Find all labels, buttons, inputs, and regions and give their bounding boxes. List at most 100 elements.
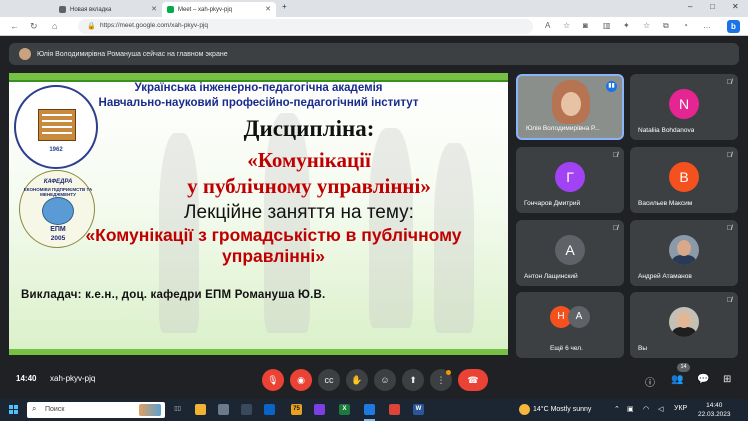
participant-tile[interactable]: 🎙̸ А Антон Лащинский — [516, 220, 624, 286]
new-tab-icon — [59, 6, 66, 13]
task-view-icon[interactable]: ▯▯ — [172, 404, 183, 415]
close-icon[interactable]: ✕ — [265, 5, 271, 13]
new-tab-button[interactable]: + — [282, 2, 287, 11]
viber-icon[interactable] — [314, 404, 325, 415]
menu-icon[interactable]: … — [703, 21, 711, 30]
weather-icon — [519, 404, 530, 415]
tab-meet[interactable]: Meet – xah-pkyv-pjq ✕ — [162, 2, 276, 17]
people-icon[interactable]: 👥 — [671, 374, 683, 385]
mic-off-icon: 🎙̸ — [612, 225, 618, 232]
search-highlight-image — [139, 404, 161, 416]
participant-name: Васильев Максим — [638, 200, 693, 207]
language-indicator[interactable]: УКР — [674, 405, 687, 412]
participant-count-badge: 14 — [677, 363, 690, 372]
home-icon[interactable]: ⌂ — [52, 21, 57, 31]
volume-icon[interactable]: ◁ — [658, 405, 663, 413]
excel-icon[interactable]: X — [339, 404, 350, 415]
presenter-video — [552, 80, 590, 124]
camera-icon[interactable]: ◙ — [583, 21, 588, 30]
network-icon[interactable]: ▣ — [627, 405, 634, 413]
activities-icon[interactable]: ⊞ — [723, 374, 731, 385]
split-screen-icon[interactable]: ▥ — [603, 21, 611, 30]
taskbar-date: 22.03.2023 — [698, 411, 731, 418]
logo-year: 1962 — [49, 147, 63, 153]
mic-toggle-button[interactable]: 🎙 — [262, 369, 284, 391]
globe-icon — [42, 197, 74, 225]
word-icon[interactable]: W — [413, 404, 424, 415]
taskbar-clock[interactable]: 14:40 22.03.2023 — [698, 401, 731, 419]
participant-tile-presenter[interactable]: ▮▮ Юлія Володимирівна Р... — [516, 74, 624, 140]
notification-badge[interactable]: 75 — [291, 404, 302, 415]
windows-start-icon[interactable] — [9, 405, 19, 415]
self-tile[interactable]: 🎙̸ Вы — [630, 292, 738, 358]
slide-topic-line1: «Комунікації з громадськістю в публічном… — [85, 225, 462, 245]
captions-button[interactable]: cc — [318, 369, 340, 391]
search-placeholder: Поиск — [45, 406, 65, 413]
file-explorer-icon[interactable] — [195, 404, 206, 415]
leave-call-button[interactable]: ☎ — [458, 369, 488, 391]
chrome-icon[interactable] — [389, 404, 400, 415]
presenter-notice-bar: Юлія Володимирівна Романуша сейчас на гл… — [9, 43, 739, 65]
participant-tile[interactable]: 🎙̸ N Nataliia Bohdanova — [630, 74, 738, 140]
tab-new[interactable]: Новая вкладка ✕ — [54, 2, 162, 17]
slide-discipline: Дисципліна: — [243, 116, 375, 141]
participant-tile[interactable]: 🎙̸ Андрей Атаманов — [630, 220, 738, 286]
mic-off-icon: 🎙̸ — [726, 225, 732, 232]
app-icon[interactable] — [241, 404, 252, 415]
read-aloud-icon[interactable]: A — [545, 21, 550, 30]
meet-icon — [167, 6, 174, 13]
emoji-button[interactable]: ☺ — [374, 369, 396, 391]
chevron-up-icon[interactable]: ⌃ — [614, 405, 620, 413]
info-icon[interactable]: ⓘ — [645, 374, 655, 389]
mic-off-icon: 🎙̸ — [726, 152, 732, 159]
notification-dot — [446, 370, 451, 375]
participant-name: Вы — [638, 345, 648, 352]
avatar: А — [555, 235, 585, 265]
app-icon[interactable] — [264, 404, 275, 415]
wifi-icon[interactable]: ◠ — [643, 405, 649, 413]
edge-icon[interactable] — [364, 404, 375, 415]
participant-photo — [669, 307, 699, 337]
participant-name: Гончаров Дмитрий — [524, 200, 581, 207]
extensions-icon[interactable]: ✦ — [623, 21, 630, 30]
refresh-icon[interactable]: ↻ — [30, 21, 38, 32]
avatar: А — [568, 306, 590, 328]
favorites-icon[interactable]: ☆ — [643, 21, 650, 30]
mic-off-icon: 🎙̸ — [726, 79, 732, 86]
participant-name: Nataliia Bohdanova — [638, 127, 695, 134]
bing-icon[interactable]: b — [727, 20, 740, 33]
slide-course-line1: «Комунікації — [247, 148, 371, 172]
participant-tile[interactable]: 🎙̸ В Васильев Максим — [630, 147, 738, 213]
slide-topic-line2: управлінні» — [222, 246, 325, 266]
camera-toggle-button[interactable]: ◉ — [290, 369, 312, 391]
app-icon[interactable] — [218, 404, 229, 415]
taskbar-search[interactable]: ⌕ Поиск — [27, 402, 165, 418]
weather-text[interactable]: 14°C Mostly sunny — [533, 406, 591, 413]
logo-kafedra: КАФЕДРА — [43, 179, 73, 185]
maximize-icon[interactable]: □ — [710, 2, 715, 11]
back-icon[interactable]: ← — [10, 21, 19, 31]
slide-lecturer: Викладач: к.е.н., доц. кафедри ЕПМ Роман… — [21, 289, 326, 301]
tab-label: Новая вкладка — [70, 6, 112, 13]
profile-icon[interactable]: ◔ — [683, 21, 688, 30]
raise-hand-button[interactable]: ✋ — [346, 369, 368, 391]
slide-top-band — [9, 73, 508, 80]
more-participants-tile[interactable]: Н А Ещё 6 чел. — [516, 292, 624, 358]
star-icon[interactable]: ☆ — [563, 21, 570, 30]
presentation-slide: 1962 КАФЕДРА ЕКОНОМІКИ ПІДПРИЄМСТВ ТА МЕ… — [9, 73, 508, 355]
participant-tile[interactable]: 🎙̸ Г Гончаров Дмитрий — [516, 147, 624, 213]
mic-off-icon: 🎙̸ — [726, 297, 732, 304]
present-button[interactable]: ⬆ — [402, 369, 424, 391]
avatar — [19, 48, 31, 60]
chat-icon[interactable]: 💬 — [697, 374, 709, 385]
tab-label: Meet – xah-pkyv-pjq — [178, 6, 233, 13]
collections-icon[interactable]: ⧉ — [663, 21, 669, 31]
slide-institute: Навчально-науковий професійно-педагогічн… — [98, 97, 419, 109]
taskbar-time: 14:40 — [706, 402, 723, 409]
close-window-icon[interactable]: ✕ — [732, 2, 739, 11]
minimize-icon[interactable]: – — [688, 2, 692, 11]
avatar: Г — [555, 162, 585, 192]
url-field[interactable]: 🔒 https://meet.google.com/xah-pkyv-pjq — [78, 19, 533, 34]
slide-academy: Українська інженерно-педагогічна академі… — [134, 82, 383, 94]
close-icon[interactable]: ✕ — [151, 5, 157, 13]
